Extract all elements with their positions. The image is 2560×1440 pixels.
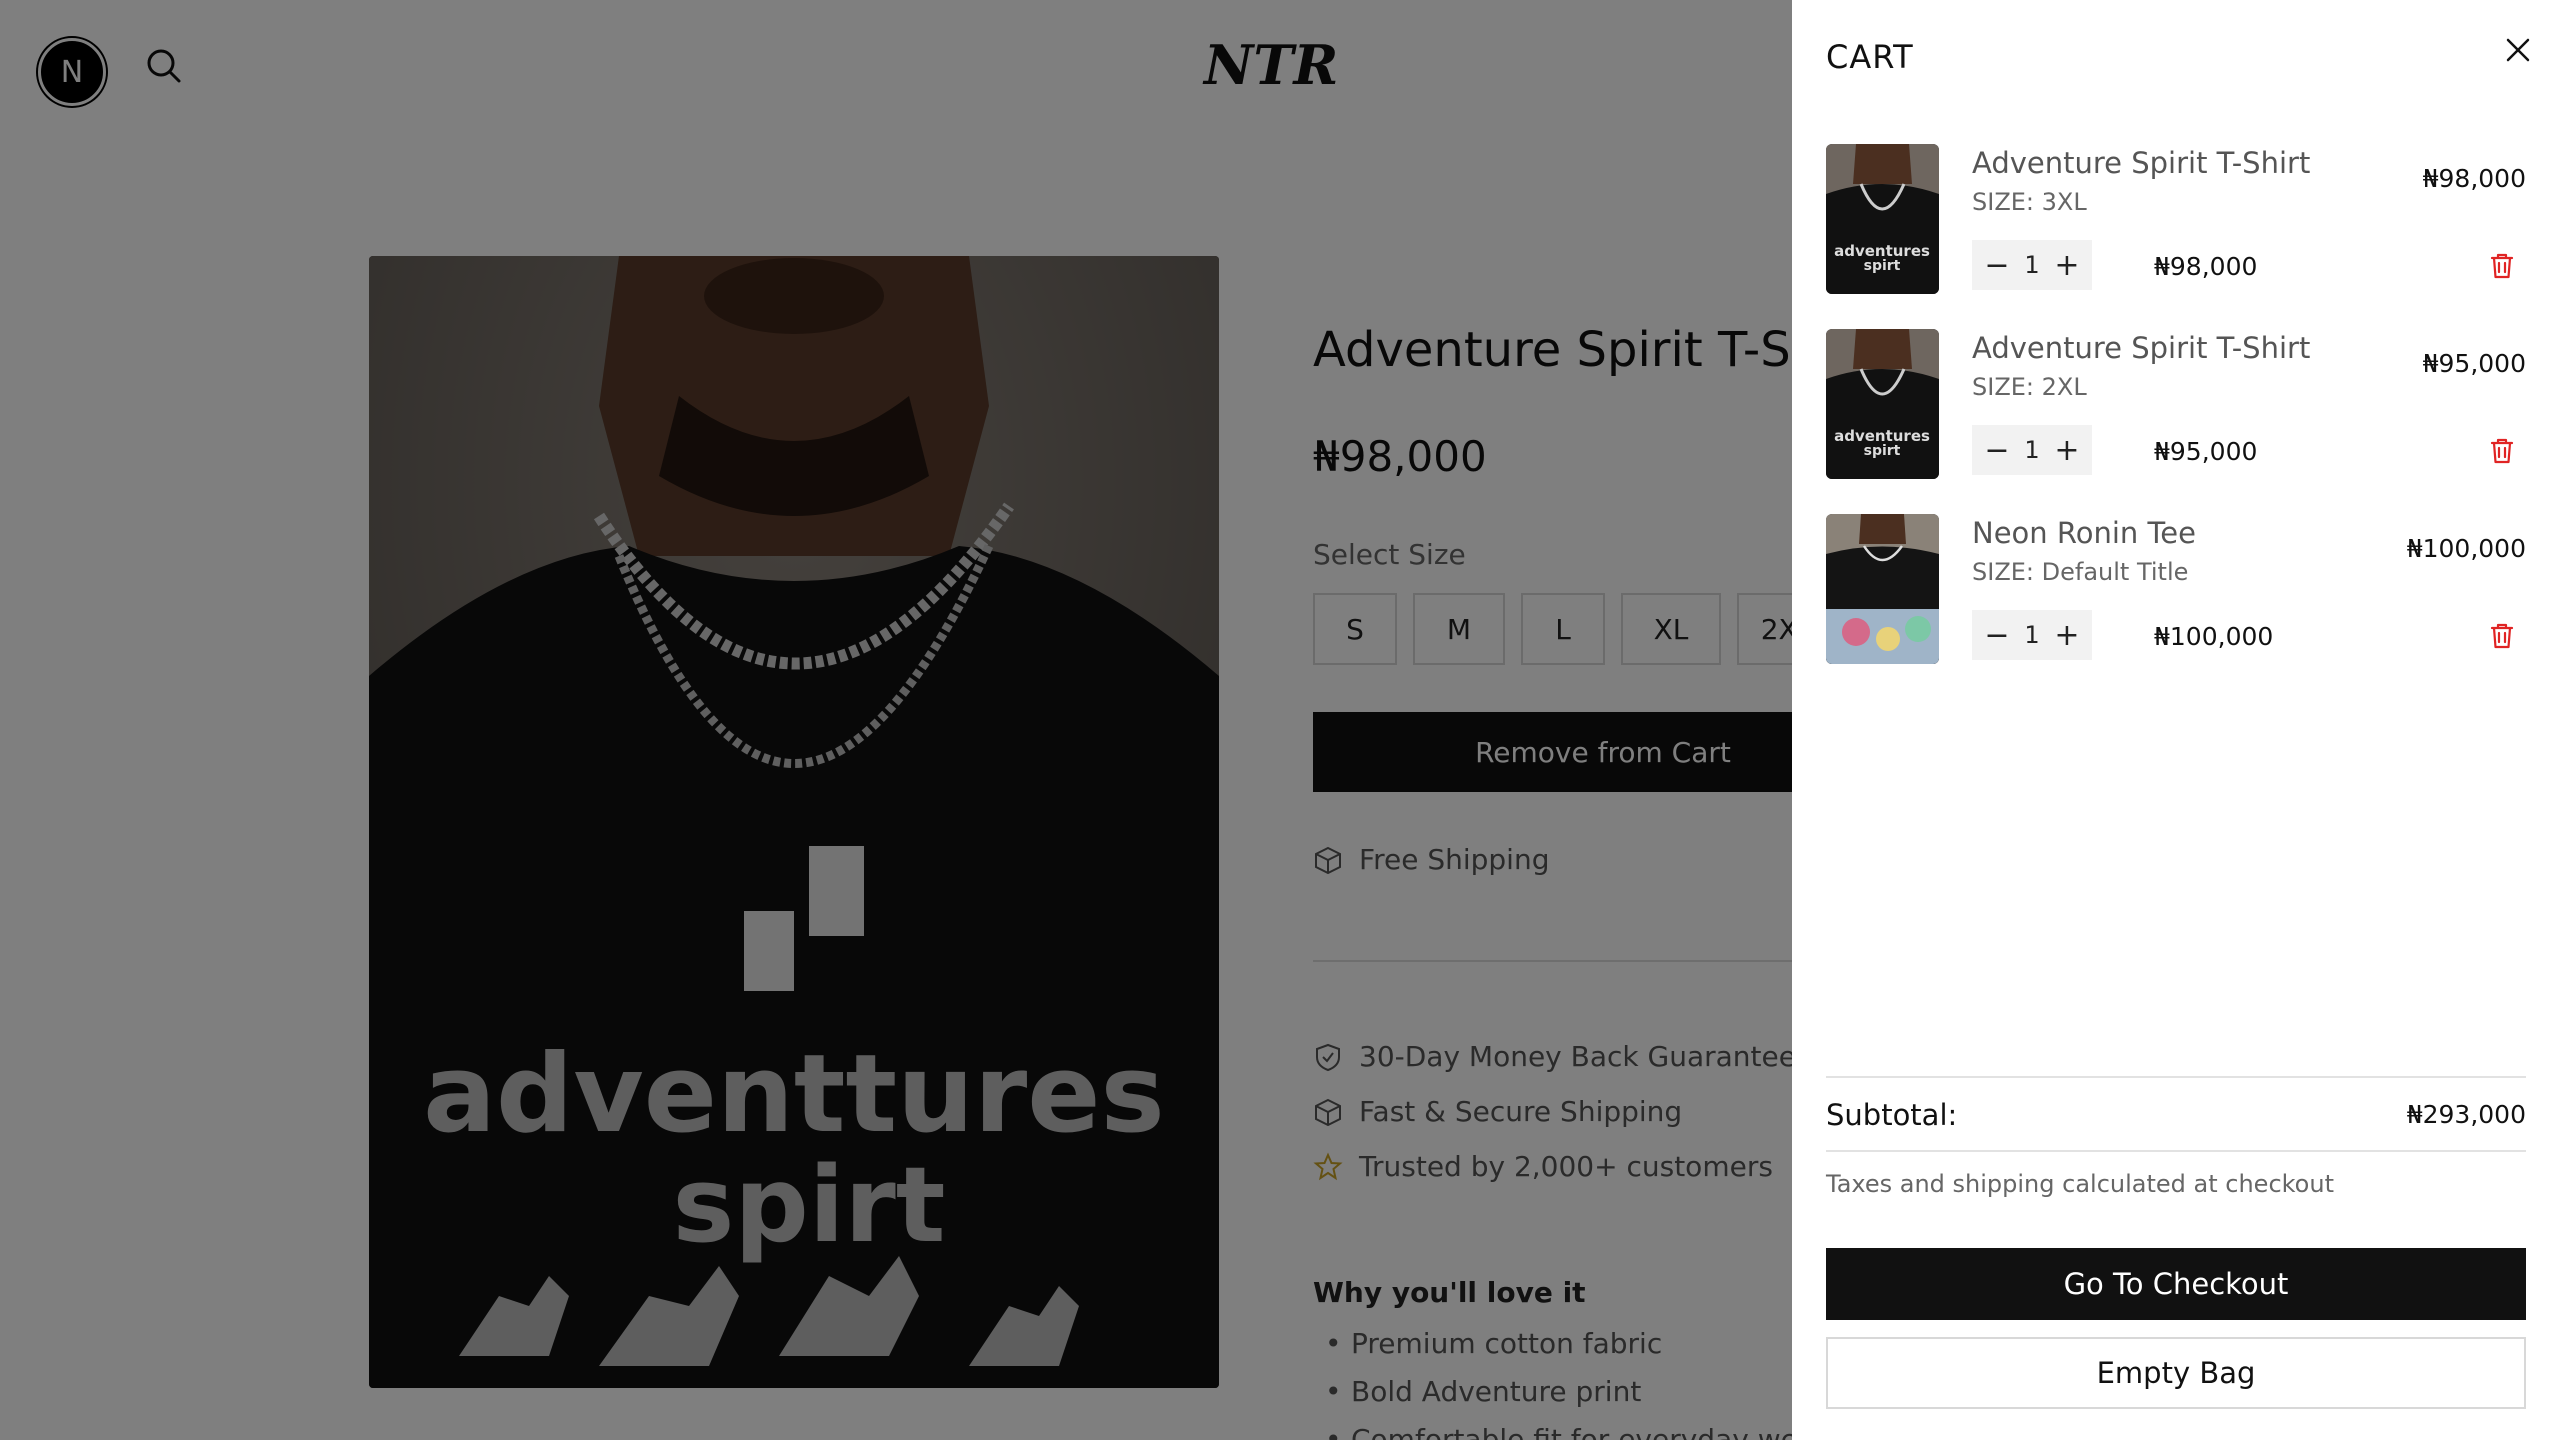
cart-item-price: ₦100,000 [2406,534,2526,563]
product-thumbnail[interactable] [1826,514,1939,664]
cart-title: CART [1826,38,1914,76]
cart-item: Neon Ronin Tee SIZE: Default Title ₦100,… [1826,514,2526,664]
increase-quantity-button[interactable]: + [2052,618,2082,653]
cart-item-line-price: ₦95,000 [2154,437,2258,466]
quantity-value: 1 [2024,621,2040,649]
product-thumbnail[interactable]: adventures spirt [1826,329,1939,479]
product-thumbnail[interactable]: adventures spirt [1826,144,1939,294]
divider [1826,1076,2526,1078]
subtotal-value: ₦293,000 [2406,1100,2526,1129]
cart-item-name[interactable]: Neon Ronin Tee [1972,516,2196,550]
cart-item-size: SIZE: 2XL [1972,373,2087,401]
cart-item: adventures spirt Adventure Spirit T-Shir… [1826,144,2526,294]
modal-overlay[interactable] [0,0,1792,1440]
cart-item-size: SIZE: Default Title [1972,558,2189,586]
decrease-quantity-button[interactable]: − [1982,618,2012,653]
quantity-value: 1 [2024,436,2040,464]
thumb-print-line2: spirt [1864,258,1901,274]
quantity-stepper: − 1 + [1972,610,2092,660]
checkout-button[interactable]: Go To Checkout [1826,1248,2526,1320]
quantity-value: 1 [2024,251,2040,279]
trash-icon[interactable] [2486,250,2518,282]
empty-bag-button[interactable]: Empty Bag [1826,1337,2526,1409]
divider [1826,1150,2526,1152]
cart-item-size: SIZE: 3XL [1972,188,2087,216]
subtotal-label: Subtotal: [1826,1098,1958,1132]
cart-item: adventures spirt Adventure Spirit T-Shir… [1826,329,2526,479]
cart-item-name[interactable]: Adventure Spirit T-Shirt [1972,146,2310,180]
increase-quantity-button[interactable]: + [2052,433,2082,468]
trash-icon[interactable] [2486,620,2518,652]
quantity-stepper: − 1 + [1972,240,2092,290]
tax-note: Taxes and shipping calculated at checkou… [1826,1170,2334,1198]
cart-drawer: CART adventures spirt Adventure Spirit T… [1792,0,2560,1440]
decrease-quantity-button[interactable]: − [1982,248,2012,283]
cart-item-line-price: ₦98,000 [2154,252,2258,281]
close-icon[interactable] [2498,30,2538,70]
cart-item-price: ₦98,000 [2422,164,2526,193]
cart-item-name[interactable]: Adventure Spirit T-Shirt [1972,331,2310,365]
cart-item-price: ₦95,000 [2422,349,2526,378]
decrease-quantity-button[interactable]: − [1982,433,2012,468]
thumb-print-line2: spirt [1864,443,1901,459]
cart-item-line-price: ₦100,000 [2154,622,2274,651]
quantity-stepper: − 1 + [1972,425,2092,475]
increase-quantity-button[interactable]: + [2052,248,2082,283]
trash-icon[interactable] [2486,435,2518,467]
